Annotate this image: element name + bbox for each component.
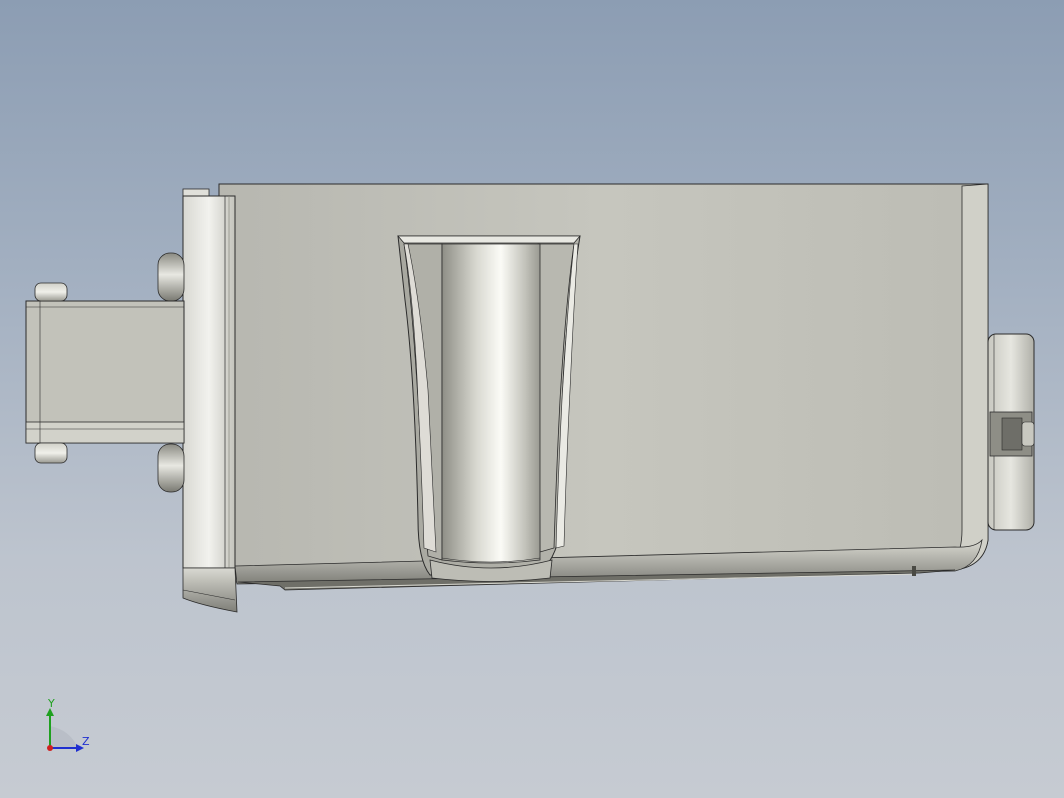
coordinate-triad: Y Z (40, 697, 100, 760)
left-flange-plate (182, 188, 238, 613)
center-slot-recess (397, 235, 581, 582)
left-bracket-arm (25, 282, 185, 464)
3d-model-housing[interactable] (0, 0, 1064, 798)
housing-body (218, 183, 989, 591)
right-connector-boss (987, 333, 1035, 531)
y-axis-label: Y (48, 697, 55, 710)
cad-graphics-viewport[interactable]: Y Z (0, 0, 1064, 798)
shaft-cylinder (429, 243, 553, 582)
z-axis-label: Z (82, 735, 90, 748)
